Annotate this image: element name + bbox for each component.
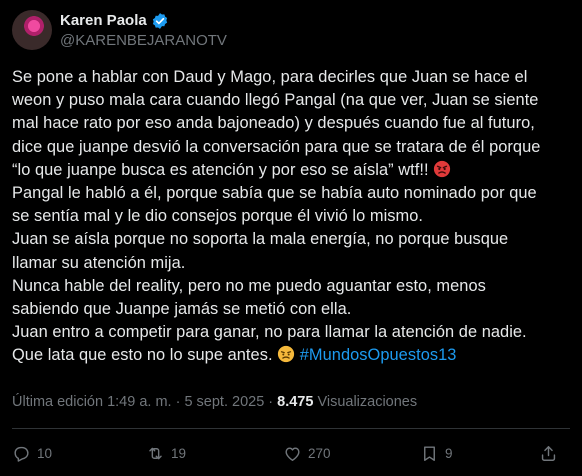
views-label: Visualizaciones <box>317 394 418 410</box>
annoyed-face-emoji-icon <box>278 346 295 363</box>
views-count: 8.475 <box>277 394 314 410</box>
tweet-line: dice que juanpe desvió la conversación p… <box>12 137 541 156</box>
share-button[interactable] <box>539 444 558 463</box>
reply-icon <box>14 446 29 462</box>
tweet-line-final: Que lata que esto no lo supe antes. #Mun… <box>12 344 572 367</box>
tweet-line: se sentía mal y le dio consejos porque é… <box>12 207 423 226</box>
edited-timestamp[interactable]: Última edición 1:49 a. m. · 5 sept. 2025… <box>12 394 273 410</box>
avatar[interactable] <box>12 10 52 50</box>
tweet-header: Karen Paola @KARENBEJARANOTV <box>12 8 227 52</box>
retweet-count: 19 <box>171 446 187 461</box>
author-info: Karen Paola @KARENBEJARANOTV <box>60 12 227 49</box>
tweet-line: Se pone a hablar con Daud y Mago, para d… <box>12 68 528 86</box>
action-bar: 10 19 270 9 <box>12 444 572 472</box>
divider <box>12 428 570 429</box>
like-button[interactable]: 270 <box>283 444 331 463</box>
reply-count: 10 <box>37 446 53 461</box>
tweet-line: Juan entro a competir para ganar, no par… <box>12 323 527 342</box>
tweet-line: sabiendo que Juanpe jamás se metió con e… <box>12 300 352 319</box>
tweet-line: llamar su atención mija. <box>12 253 186 272</box>
reply-button[interactable]: 10 <box>12 444 52 463</box>
tweet-line: Juan se aísla porque no soporta la mala … <box>12 230 509 249</box>
tweet-line: Pangal le habló a él, porque sabía que s… <box>12 184 537 203</box>
tweet-line-with-emoji: “lo que juanpe busca es atención y por e… <box>12 159 572 182</box>
retweet-button[interactable]: 19 <box>146 444 186 463</box>
tweet-line-text: Que lata que esto no lo supe antes. <box>12 346 273 365</box>
tweet-meta: Última edición 1:49 a. m. · 5 sept. 2025… <box>12 394 417 410</box>
retweet-icon <box>149 447 162 460</box>
bookmark-icon <box>424 446 435 461</box>
author-display-name[interactable]: Karen Paola <box>60 12 147 29</box>
bookmark-count: 9 <box>445 446 453 461</box>
heart-icon <box>285 447 300 461</box>
tweet-line: Nunca hable del reality, pero no me pued… <box>12 276 486 295</box>
hashtag-link[interactable]: #MundosOpuestos13 <box>300 346 457 364</box>
share-icon <box>541 446 556 461</box>
tweet-line: mal hace rato por eso anda bajoneado) y … <box>12 114 535 133</box>
name-row: Karen Paola <box>60 12 227 30</box>
verified-badge-icon[interactable] <box>151 12 169 30</box>
like-count: 270 <box>308 446 331 461</box>
bookmark-count-button[interactable]: 9 <box>420 444 453 463</box>
tweet-line: weon y puso mala cara cuando llegó Panga… <box>12 91 539 110</box>
tweet-text: Se pone a hablar con Daud y Mago, para d… <box>12 66 572 368</box>
angry-face-emoji-icon <box>434 160 451 177</box>
tweet-line-text: “lo que juanpe busca es atención y por e… <box>12 160 429 179</box>
author-handle[interactable]: @KARENBEJARANOTV <box>60 32 227 49</box>
